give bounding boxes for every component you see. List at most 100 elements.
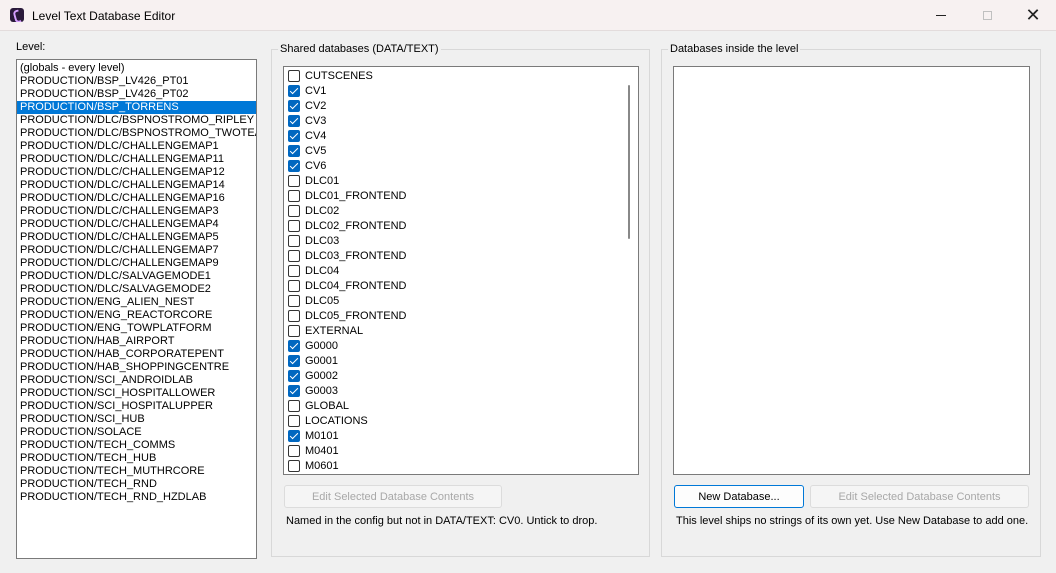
shared-database-item[interactable]: GLOBAL [288,398,349,413]
shared-database-item[interactable]: CV1 [288,83,326,98]
level-list-item[interactable]: PRODUCTION/SOLACE [17,426,256,439]
database-checkbox[interactable] [288,444,300,457]
database-checkbox[interactable] [288,204,300,217]
maximize-button[interactable] [964,0,1010,31]
database-checkbox[interactable] [288,294,300,307]
database-checkbox[interactable] [288,219,300,232]
level-list-item[interactable]: PRODUCTION/SCI_HOSPITALLOWER [17,387,256,400]
database-checkbox[interactable] [288,234,300,247]
shared-database-item[interactable]: DLC05_FRONTEND [288,308,406,323]
level-list-item[interactable]: PRODUCTION/DLC/SALVAGEMODE2 [17,283,256,296]
scrollbar-thumb[interactable] [628,85,630,239]
level-list-item[interactable]: PRODUCTION/DLC/CHALLENGEMAP12 [17,166,256,179]
shared-database-item[interactable]: G0003 [288,383,338,398]
database-checkbox[interactable] [288,84,300,97]
shared-databases-list[interactable]: M0601 M0401 M0101 LOCATIONS GLOBAL G0003 G0002… [283,66,639,475]
database-checkbox[interactable] [288,249,300,262]
level-list-item[interactable]: (globals - every level) [17,62,256,75]
shared-database-item[interactable]: DLC04 [288,263,339,278]
shared-edit-contents-button[interactable]: Edit Selected Database Contents [284,485,502,508]
minimize-icon [936,15,946,16]
database-checkbox[interactable] [288,414,300,427]
database-checkbox[interactable] [288,429,300,442]
database-checkbox[interactable] [288,174,300,187]
level-list-item[interactable]: PRODUCTION/SCI_ANDROIDLAB [17,374,256,387]
level-list-item[interactable]: PRODUCTION/SCI_HUB [17,413,256,426]
shared-database-item[interactable]: DLC02_FRONTEND [288,218,406,233]
database-checkbox[interactable] [288,159,300,172]
level-list-item[interactable]: PRODUCTION/DLC/CHALLENGEMAP14 [17,179,256,192]
database-checkbox[interactable] [288,369,300,382]
shared-database-item[interactable]: G0000 [288,338,338,353]
level-list-item[interactable]: PRODUCTION/DLC/CHALLENGEMAP4 [17,218,256,231]
close-button[interactable]: ✕ [1010,0,1056,31]
shared-database-item[interactable]: DLC05 [288,293,339,308]
database-checkbox[interactable] [288,129,300,142]
shared-database-item[interactable]: M0401 [288,443,339,458]
level-list[interactable]: (globals - every level) PRODUCTION/BSP_LV… [16,59,257,559]
shared-database-item[interactable]: DLC03 [288,233,339,248]
level-list-item[interactable]: PRODUCTION/DLC/CHALLENGEMAP11 [17,153,256,166]
database-checkbox[interactable] [288,384,300,397]
shared-database-item[interactable]: CUTSCENES [288,68,373,83]
level-list-item[interactable]: PRODUCTION/TECH_COMMS [17,439,256,452]
database-checkbox[interactable] [288,189,300,202]
database-checkbox[interactable] [288,309,300,322]
new-database-button[interactable]: New Database... [674,485,804,508]
level-list-item[interactable]: PRODUCTION/ENG_ALIEN_NEST [17,296,256,309]
shared-database-item[interactable]: DLC01 [288,173,339,188]
database-checkbox[interactable] [288,144,300,157]
shared-database-item[interactable]: LOCATIONS [288,413,368,428]
level-list-item[interactable]: PRODUCTION/BSP_TORRENS [17,101,256,114]
level-list-item[interactable]: PRODUCTION/ENG_TOWPLATFORM [17,322,256,335]
database-checkbox[interactable] [288,114,300,127]
shared-database-item[interactable]: DLC01_FRONTEND [288,188,406,203]
level-list-item[interactable]: PRODUCTION/DLC/CHALLENGEMAP9 [17,257,256,270]
level-list-item[interactable]: PRODUCTION/DLC/SALVAGEMODE1 [17,270,256,283]
shared-database-item[interactable]: M0101 [288,428,339,443]
level-list-item[interactable]: PRODUCTION/SCI_HOSPITALUPPER [17,400,256,413]
level-list-item[interactable]: PRODUCTION/DLC/CHALLENGEMAP1 [17,140,256,153]
database-checkbox[interactable] [288,399,300,412]
shared-database-item[interactable]: EXTERNAL [288,323,363,338]
shared-database-item[interactable]: DLC02 [288,203,339,218]
level-list-item[interactable]: PRODUCTION/DLC/CHALLENGEMAP5 [17,231,256,244]
database-checkbox[interactable] [288,459,300,472]
level-list-item[interactable]: PRODUCTION/TECH_RND_HZDLAB [17,491,256,504]
level-list-item[interactable]: PRODUCTION/DLC/BSPNOSTROMO_RIPLEY [17,114,256,127]
database-checkbox[interactable] [288,324,300,337]
database-checkbox[interactable] [288,99,300,112]
shared-list-scrollbar[interactable] [621,67,638,474]
level-list-item[interactable]: PRODUCTION/ENG_REACTORCORE [17,309,256,322]
database-checkbox[interactable] [288,279,300,292]
level-databases-list[interactable] [673,66,1030,475]
shared-database-item[interactable]: CV2 [288,98,326,113]
level-list-item[interactable]: PRODUCTION/DLC/BSPNOSTROMO_TWOTEA [17,127,256,140]
level-list-item[interactable]: PRODUCTION/BSP_LV426_PT01 [17,75,256,88]
level-list-item[interactable]: PRODUCTION/TECH_HUB [17,452,256,465]
database-checkbox[interactable] [288,339,300,352]
shared-database-item[interactable]: DLC03_FRONTEND [288,248,406,263]
shared-database-item[interactable]: CV5 [288,143,326,158]
level-list-item[interactable]: PRODUCTION/DLC/CHALLENGEMAP3 [17,205,256,218]
database-checkbox[interactable] [288,69,300,82]
shared-database-item[interactable]: DLC04_FRONTEND [288,278,406,293]
level-list-item[interactable]: PRODUCTION/DLC/CHALLENGEMAP7 [17,244,256,257]
minimize-button[interactable] [918,0,964,31]
level-list-item[interactable]: PRODUCTION/HAB_AIRPORT [17,335,256,348]
database-checkbox[interactable] [288,354,300,367]
level-list-item[interactable]: PRODUCTION/DLC/CHALLENGEMAP16 [17,192,256,205]
shared-database-item[interactable]: CV6 [288,158,326,173]
shared-database-item[interactable]: G0002 [288,368,338,383]
level-list-item[interactable]: PRODUCTION/TECH_RND [17,478,256,491]
level-list-item[interactable]: PRODUCTION/TECH_MUTHRCORE [17,465,256,478]
level-edit-contents-button[interactable]: Edit Selected Database Contents [810,485,1029,508]
level-list-item[interactable]: PRODUCTION/HAB_SHOPPINGCENTRE [17,361,256,374]
shared-database-item[interactable]: CV4 [288,128,326,143]
shared-database-item[interactable]: M0601 [288,458,339,473]
level-list-item[interactable]: PRODUCTION/HAB_CORPORATEPENT [17,348,256,361]
shared-database-item[interactable]: G0001 [288,353,338,368]
database-checkbox[interactable] [288,264,300,277]
shared-database-item[interactable]: CV3 [288,113,326,128]
level-list-item[interactable]: PRODUCTION/BSP_LV426_PT02 [17,88,256,101]
